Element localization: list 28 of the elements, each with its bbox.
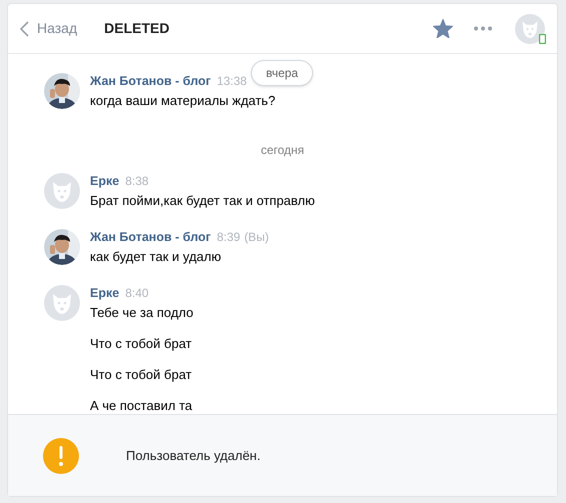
message-text: Что с тобой брат: [90, 335, 193, 352]
notice-text: Пользователь удалён.: [126, 446, 260, 465]
more-button[interactable]: [473, 26, 493, 31]
chevron-left-icon: [20, 20, 29, 36]
message-text: Что с тобой брат: [90, 366, 193, 383]
message-text: Брат пойми,как будет так и отправлю: [90, 192, 315, 209]
message-text: А че поставил та: [90, 397, 194, 414]
author-name[interactable]: Жан Ботанов - блог: [90, 229, 211, 245]
chat-title: DELETED: [104, 19, 170, 38]
date-separator: сегодня: [260, 142, 304, 159]
warning-icon: [43, 438, 79, 474]
message-time: 8:40: [125, 285, 149, 301]
message-text: когда ваши материалы ждать?: [90, 92, 276, 109]
author-name[interactable]: Ерке: [90, 285, 120, 301]
author-name[interactable]: Жан Ботанов - блог: [90, 73, 211, 89]
message-time: 13:38: [216, 73, 247, 89]
back-button[interactable]: Назад: [20, 18, 78, 39]
profile-avatar: [515, 14, 545, 44]
message-text: как будет так и удалю: [90, 248, 222, 265]
star-button[interactable]: [433, 19, 453, 38]
floating-date-pill: вчера: [251, 60, 314, 86]
default-avatar: [44, 173, 80, 209]
message-text: Тебе че за подло: [90, 304, 194, 321]
author-name[interactable]: Ерке: [90, 173, 120, 189]
message-time: 8:38: [125, 173, 149, 189]
default-avatar: [44, 285, 80, 321]
own-message-mark: (Вы): [244, 229, 269, 245]
message-time: 8:39: [216, 229, 240, 245]
